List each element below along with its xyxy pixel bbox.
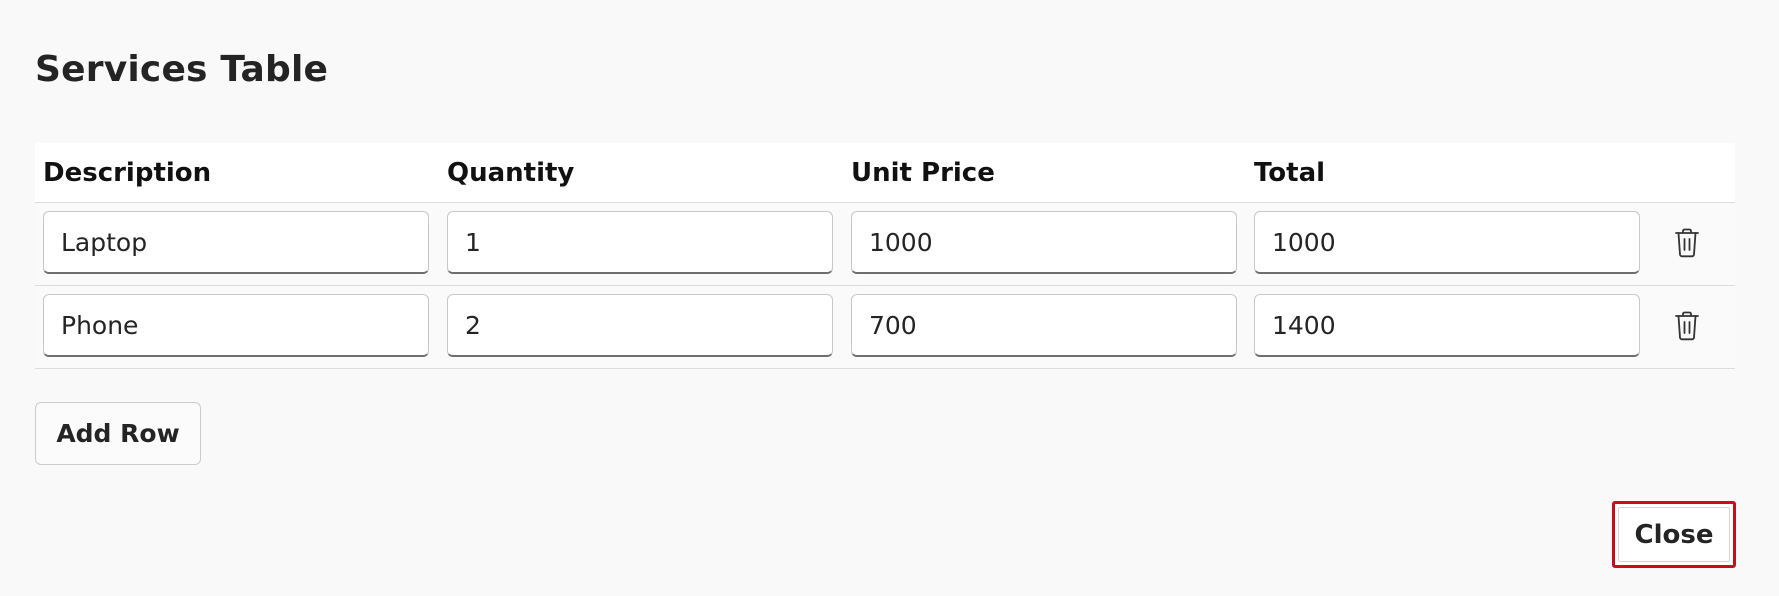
trash-icon [1675,311,1699,341]
table-row [35,286,1735,369]
close-button-label: Close [1618,507,1730,562]
trash-icon [1675,228,1699,258]
table-header: Description Quantity Unit Price Total [35,143,1735,203]
unit-price-input[interactable] [851,211,1237,274]
quantity-input[interactable] [447,211,833,274]
quantity-input[interactable] [447,294,833,357]
unit-price-input[interactable] [851,294,1237,357]
table-row [35,203,1735,286]
total-input[interactable] [1254,211,1640,274]
add-row-button[interactable]: Add Row [35,402,201,465]
description-input[interactable] [43,211,429,274]
delete-row-button[interactable] [1663,302,1711,350]
column-header-total: Total [1254,158,1326,188]
services-table: Description Quantity Unit Price Total [35,143,1735,369]
column-header-description: Description [43,158,212,188]
close-button[interactable]: Close [1612,501,1736,568]
page-title: Services Table [35,49,329,90]
column-header-quantity: Quantity [447,158,575,188]
delete-row-button[interactable] [1663,219,1711,267]
description-input[interactable] [43,294,429,357]
total-input[interactable] [1254,294,1640,357]
column-header-unit-price: Unit Price [851,158,995,188]
